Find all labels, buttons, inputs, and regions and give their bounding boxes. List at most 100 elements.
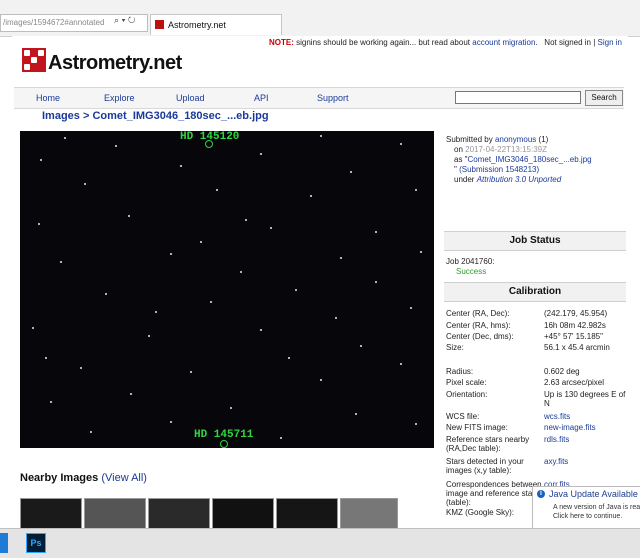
calibration-key: Correspondences between image and refere…	[446, 480, 542, 507]
star-point	[230, 407, 232, 409]
view-all-link[interactable]: (View All)	[101, 472, 147, 484]
calibration-key: New FITS image:	[446, 423, 508, 432]
star-point	[375, 231, 377, 233]
browser-chrome: /images/1594672#annotated ⌕ ▾ ↻ Astromet…	[0, 0, 640, 37]
star-point	[180, 165, 182, 167]
nearby-thumbnail[interactable]	[148, 498, 210, 528]
calibration-key: WCS file:	[446, 412, 480, 421]
star-point	[310, 195, 312, 197]
submitter-link[interactable]: anonymous	[495, 135, 536, 144]
breadcrumb-current[interactable]: Comet_IMG3046_180sec_...eb.jpg	[92, 110, 268, 122]
browser-tab[interactable]: Astrometry.net	[150, 14, 282, 35]
breadcrumb-images[interactable]: Images	[42, 110, 80, 122]
submission-info: Submitted by anonymous (1) on 2017-04-22…	[446, 135, 626, 185]
star-point	[400, 143, 402, 145]
java-popup-line2: Click here to continue.	[553, 513, 623, 520]
calibration-file-link[interactable]: new-image.fits	[544, 423, 626, 432]
breadcrumb-separator: >	[82, 110, 90, 122]
star-point	[50, 401, 52, 403]
photoshop-taskbar-icon[interactable]: Ps	[26, 533, 46, 553]
address-bar-icons[interactable]: ⌕ ▾ ↻	[114, 15, 135, 26]
submission-link[interactable]: (Submission 1548213)	[459, 165, 539, 174]
chevron-down-icon[interactable]: ▾	[122, 15, 126, 25]
sign-in-link[interactable]: Sign in	[598, 38, 622, 47]
logo-icon	[22, 48, 46, 72]
taskbar: Ps	[0, 528, 640, 558]
calibration-file-link[interactable]: axy.fits	[544, 457, 626, 466]
java-popup-body: A new version of Java is ready Click her…	[553, 503, 640, 521]
java-update-popup[interactable]: i Java Update Available A new version of…	[532, 486, 640, 530]
refresh-icon[interactable]: ↻	[128, 15, 136, 25]
star-point	[80, 367, 82, 369]
star-point	[64, 137, 66, 139]
calibration-key: KMZ (Google Sky):	[446, 508, 515, 517]
image-info-panel: Submitted by anonymous (1) on 2017-04-22…	[444, 131, 628, 528]
account-migration-link[interactable]: account migration	[472, 38, 535, 47]
submission-date: 2017-04-22T13:15:39Z	[465, 145, 547, 154]
star-point	[415, 423, 417, 425]
calibration-key: Center (RA, hms):	[446, 321, 511, 330]
calibration-value: (242.179, 45.954)	[544, 309, 608, 318]
nearby-thumbnail[interactable]	[84, 498, 146, 528]
annotated-star-image[interactable]: HD 145120 HD 145711	[20, 131, 434, 448]
nav-support[interactable]: Support	[317, 93, 349, 103]
star-point	[260, 153, 262, 155]
calibration-value: Up is 130 degrees E of N	[544, 390, 626, 408]
license-link[interactable]: Attribution 3.0 Unported	[477, 175, 562, 184]
nav-explore[interactable]: Explore	[104, 93, 135, 103]
nearby-thumbnail[interactable]	[340, 498, 398, 528]
calibration-value: 2.63 arcsec/pixel	[544, 378, 605, 387]
search-input[interactable]	[455, 91, 581, 104]
close-quote: "	[454, 165, 457, 174]
nav-home[interactable]: Home	[36, 93, 60, 103]
java-popup-title: Java Update Available	[549, 489, 638, 499]
star-point	[400, 363, 402, 365]
search-icon[interactable]: ⌕	[114, 15, 119, 25]
star-point	[130, 393, 132, 395]
star-point	[200, 241, 202, 243]
calibration-key: Radius:	[446, 367, 474, 376]
calibration-file-link[interactable]: rdls.fits	[544, 435, 626, 444]
star-point	[170, 421, 172, 423]
star-point	[60, 261, 62, 263]
notice-label: NOTE:	[268, 38, 294, 47]
nearby-thumbnail[interactable]	[276, 498, 338, 528]
star-point	[240, 271, 242, 273]
main-nav: Home Explore Upload API Support Search	[14, 87, 624, 109]
nearby-images-heading: Nearby Images (View All)	[20, 472, 147, 484]
calibration-value: 0.602 deg	[544, 367, 580, 376]
star-point	[170, 253, 172, 255]
astrometry-favicon-icon	[155, 20, 164, 29]
page-content: NOTE: signins should be working again...…	[12, 36, 628, 528]
star-point	[415, 189, 417, 191]
nearby-thumbnail[interactable]	[20, 498, 82, 528]
star-point	[320, 135, 322, 137]
as-label: as "	[454, 155, 468, 164]
signin-status: Not signed in |	[544, 38, 596, 47]
star-point	[410, 307, 412, 309]
nearby-thumbnail[interactable]	[212, 498, 274, 528]
nav-upload[interactable]: Upload	[176, 93, 205, 103]
on-label: on	[454, 145, 463, 154]
star-point	[148, 335, 150, 337]
calibration-value: 16h 08m 42.982s	[544, 321, 606, 330]
job-id: Job 2041760:	[446, 257, 495, 266]
nav-api[interactable]: API	[254, 93, 269, 103]
annotation-marker-top	[205, 140, 213, 148]
browser-taskbar-icon[interactable]	[0, 533, 8, 553]
star-point	[40, 159, 42, 161]
tab-title: Astrometry.net	[168, 20, 226, 30]
job-success-status: Success	[456, 267, 487, 276]
star-point	[105, 293, 107, 295]
star-point	[115, 145, 117, 147]
star-point	[155, 311, 157, 313]
original-filename-link[interactable]: Comet_IMG3046_180sec_...eb.jpg	[468, 155, 592, 164]
star-point	[288, 357, 290, 359]
calibration-key: Reference stars nearby (RA,Dec table):	[446, 435, 530, 453]
calibration-file-link[interactable]: wcs.fits	[544, 412, 626, 421]
calibration-key: Center (Dec, dms):	[446, 332, 514, 341]
java-popup-line1: A new version of Java is ready	[553, 504, 640, 511]
notice-bar: NOTE: signins should be working again...…	[268, 38, 622, 47]
star-point	[38, 223, 40, 225]
search-button[interactable]: Search	[585, 90, 623, 106]
